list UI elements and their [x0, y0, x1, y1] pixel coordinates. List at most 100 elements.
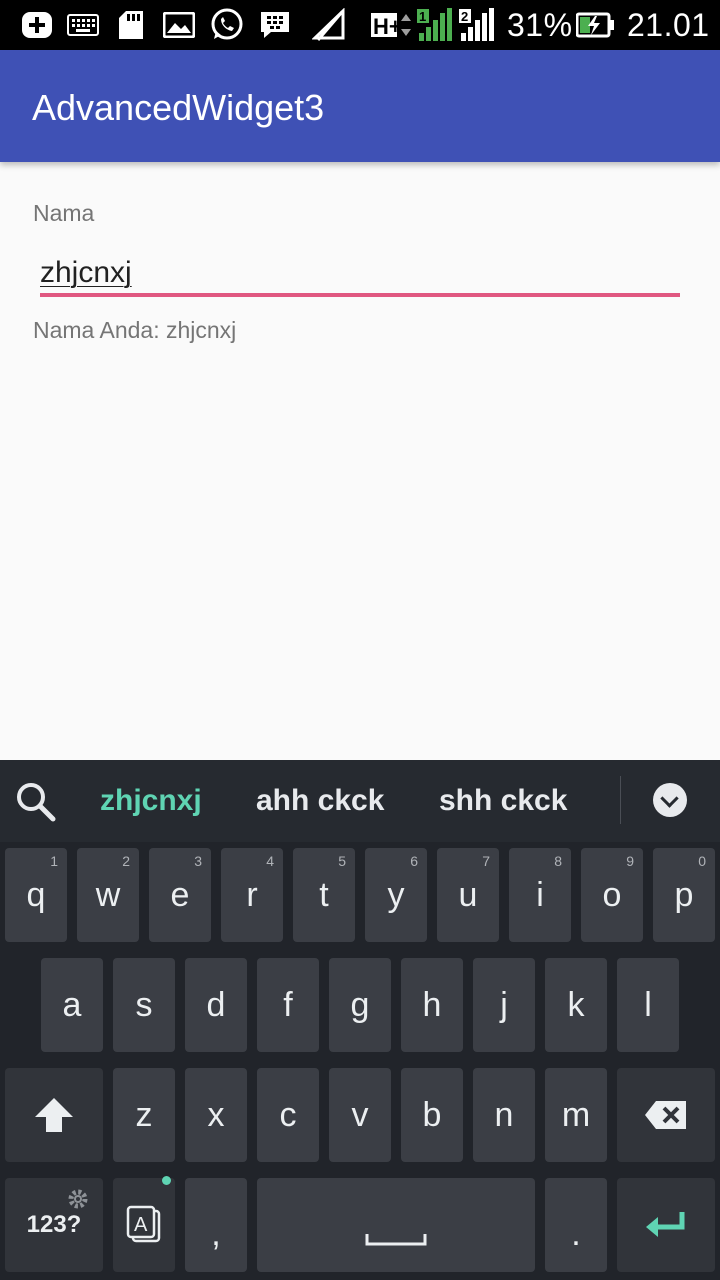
key-label: z	[135, 1096, 153, 1134]
key-x[interactable]: x	[185, 1068, 247, 1162]
key-label: u	[458, 876, 478, 914]
key-r[interactable]: 4r	[221, 848, 283, 942]
whatsapp-icon	[210, 8, 244, 42]
suggestion-3[interactable]: shh ckck	[439, 780, 567, 822]
enter-key[interactable]	[617, 1178, 715, 1272]
key-label: q	[26, 876, 46, 914]
sd-card-icon	[114, 8, 148, 42]
input-underline	[40, 293, 680, 297]
name-input[interactable]	[40, 250, 680, 296]
keyboard-icon	[66, 8, 100, 42]
divider	[620, 776, 621, 824]
suggestion-2[interactable]: ahh ckck	[256, 780, 384, 822]
key-m[interactable]: m	[545, 1068, 607, 1162]
app-title: AdvancedWidget3	[32, 87, 325, 128]
key-b[interactable]: b	[401, 1068, 463, 1162]
svg-text:2: 2	[461, 9, 468, 24]
gallery-icon	[162, 8, 196, 42]
chevron-down-icon[interactable]	[653, 783, 687, 817]
key-t[interactable]: 5t	[293, 848, 355, 942]
language-key[interactable]: A	[113, 1176, 175, 1272]
key-o[interactable]: 9o	[581, 848, 643, 942]
key-z[interactable]: z	[113, 1068, 175, 1162]
battery-charging-icon	[576, 8, 616, 42]
signal-icon-sim2: 2	[456, 8, 496, 42]
key-g[interactable]: g	[329, 958, 391, 1052]
battery-percent: 31%	[507, 7, 573, 43]
key-p[interactable]: 0p	[653, 848, 715, 942]
bbm-icon	[258, 8, 292, 42]
key-j[interactable]: j	[473, 958, 535, 1052]
key-q[interactable]: 1q	[5, 848, 67, 942]
key-label: e	[170, 876, 190, 914]
enter-arrow-icon	[646, 1212, 685, 1237]
key-i[interactable]: 8i	[509, 848, 571, 942]
key-label: d	[206, 986, 226, 1024]
key-label: h	[422, 986, 442, 1024]
key-w[interactable]: 2w	[77, 848, 139, 942]
period-key-label: .	[571, 1215, 581, 1253]
key-label: j	[500, 986, 508, 1024]
key-label: b	[422, 1096, 442, 1134]
settings-gear-icon	[68, 1189, 88, 1209]
comma-key-label: ,	[211, 1215, 221, 1253]
key-label: n	[494, 1096, 514, 1134]
key-s[interactable]: s	[113, 958, 175, 1052]
shift-arrow-icon	[35, 1098, 73, 1132]
key-label: a	[62, 986, 82, 1024]
status-bar: H+ 1 2 31% 21.01	[0, 0, 720, 50]
soft-keyboard: zhjcnxj ahh ckck shh ckck 1q2w3e4r5t6y7u…	[0, 760, 720, 1280]
key-label: o	[602, 876, 622, 914]
comma-key[interactable]: ,	[185, 1178, 247, 1272]
key-label: l	[644, 986, 652, 1024]
key-h[interactable]: h	[401, 958, 463, 1052]
key-hint: 2	[122, 853, 130, 869]
clock: 21.01	[627, 7, 710, 43]
key-label: w	[95, 876, 121, 914]
data-arrows-icon	[398, 8, 414, 42]
name-result: Nama Anda: zhjcnxj	[33, 317, 237, 343]
symbols-key-label: 123?	[26, 1211, 82, 1238]
space-bar-icon	[365, 1234, 427, 1246]
key-c[interactable]: c	[257, 1068, 319, 1162]
key-label: k	[567, 986, 585, 1024]
key-hint: 8	[554, 853, 562, 869]
key-a[interactable]: a	[41, 958, 103, 1052]
key-u[interactable]: 7u	[437, 848, 499, 942]
key-hint: 6	[410, 853, 418, 869]
key-label: v	[351, 1096, 369, 1134]
backspace-key[interactable]	[617, 1068, 715, 1162]
signal-icon: 1	[414, 8, 454, 42]
svg-text:H+: H+	[373, 14, 401, 39]
language-icon: A	[126, 1205, 161, 1243]
key-e[interactable]: 3e	[149, 848, 211, 942]
key-f[interactable]: f	[257, 958, 319, 1052]
key-d[interactable]: d	[185, 958, 247, 1052]
key-hint: 1	[50, 853, 58, 869]
key-label: f	[283, 986, 293, 1024]
search-icon[interactable]	[14, 780, 58, 824]
key-label: p	[674, 876, 694, 914]
shift-key[interactable]	[5, 1068, 103, 1162]
key-hint: 9	[626, 853, 634, 869]
key-l[interactable]: l	[617, 958, 679, 1052]
main-content: Nama Nama Anda: zhjcnxj	[0, 162, 720, 760]
suggestion-strip: zhjcnxj ahh ckck shh ckck	[0, 760, 720, 842]
key-hint: 7	[482, 853, 490, 869]
symbols-key[interactable]: 123?	[5, 1178, 103, 1272]
key-v[interactable]: v	[329, 1068, 391, 1162]
key-label: t	[319, 876, 329, 914]
key-k[interactable]: k	[545, 958, 607, 1052]
key-hint: 0	[698, 853, 706, 869]
key-hint: 3	[194, 853, 202, 869]
notification-dot	[162, 1176, 171, 1185]
svg-text:A: A	[134, 1214, 148, 1236]
suggestion-1[interactable]: zhjcnxj	[100, 780, 202, 822]
key-n[interactable]: n	[473, 1068, 535, 1162]
period-key[interactable]: .	[545, 1178, 607, 1272]
key-y[interactable]: 6y	[365, 848, 427, 942]
key-label: s	[135, 986, 153, 1024]
space-key[interactable]	[257, 1178, 535, 1272]
no-wifi-icon	[312, 8, 346, 42]
key-label: x	[207, 1096, 225, 1134]
